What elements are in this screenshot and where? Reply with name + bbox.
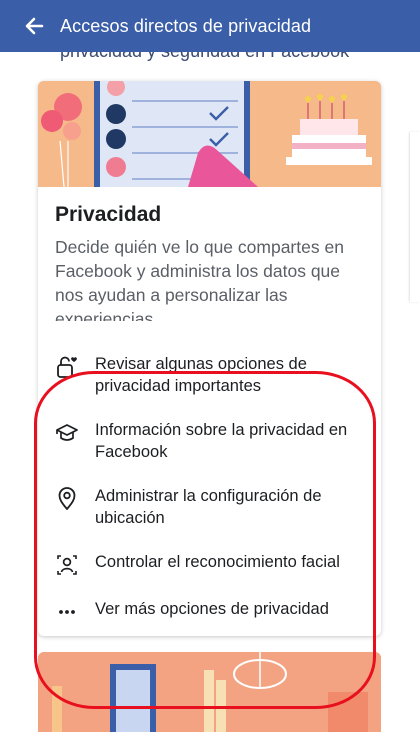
content-scroll-area[interactable]: Privacidad Decide quién ve lo que compar… — [0, 52, 420, 732]
privacy-illustration — [38, 81, 381, 188]
arrow-left-icon — [25, 17, 44, 35]
review-privacy-settings-item[interactable]: Revisar algunas opciones de privacidad i… — [56, 353, 366, 397]
face-scan-icon — [57, 555, 77, 575]
item-label: Ver más opciones de privacidad — [95, 600, 329, 618]
graduation-cap-icon — [56, 424, 78, 441]
privacy-info-item[interactable]: Información sobre la privacidad en Faceb… — [56, 419, 366, 463]
more-dots-icon — [59, 610, 75, 614]
next-card-illustration — [38, 652, 381, 732]
item-label: Revisar algunas opciones de privacidad i… — [95, 355, 307, 395]
location-pin-icon — [58, 487, 76, 510]
location-settings-item[interactable]: Administrar la configuración de ubicació… — [56, 485, 366, 529]
item-label: Información sobre la privacidad en Faceb… — [95, 421, 348, 461]
card-description: Decide quién ve lo que compartes en Face… — [55, 237, 344, 321]
card-title: Privacidad — [55, 203, 162, 226]
face-recognition-item[interactable]: Controlar el reconocimiento facial — [56, 551, 366, 577]
next-card-edge — [410, 132, 420, 302]
more-privacy-options-item[interactable]: Ver más opciones de privacidad — [56, 598, 366, 624]
privacy-card: Privacidad Decide quién ve lo que compar… — [38, 81, 381, 636]
item-label: Administrar la configuración de ubicació… — [95, 487, 322, 527]
top-app-bar: Accesos directos de privacidad — [0, 0, 420, 52]
page-title: Accesos directos de privacidad — [60, 15, 312, 36]
item-label: Controlar el reconocimiento facial — [95, 553, 340, 571]
lock-heart-icon — [57, 356, 77, 378]
back-button[interactable] — [22, 14, 46, 38]
